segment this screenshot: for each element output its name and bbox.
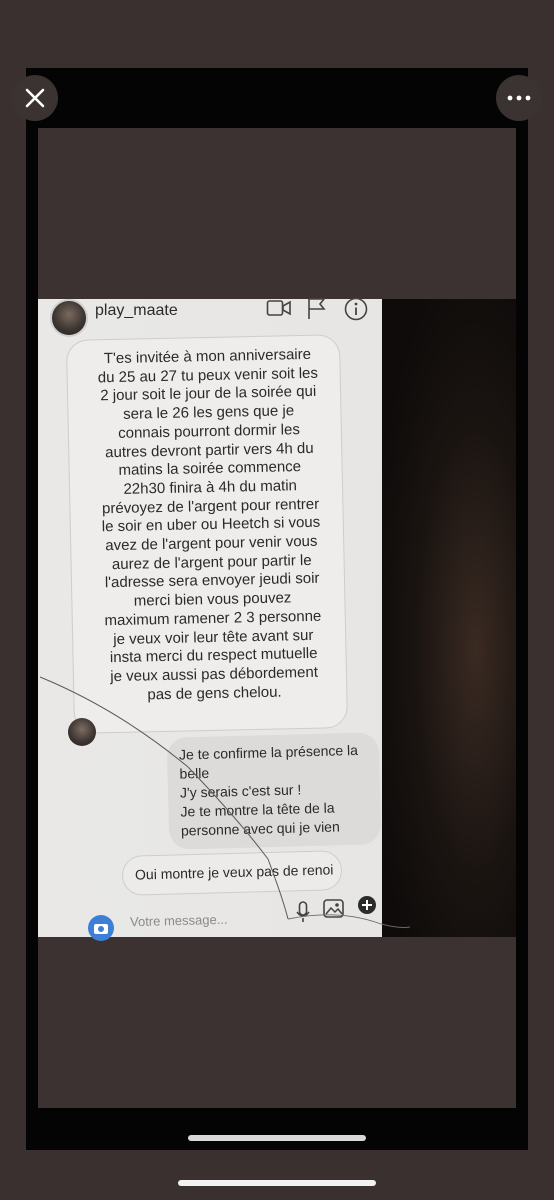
photo-dark-area	[382, 299, 516, 937]
info-icon[interactable]	[344, 297, 368, 321]
home-indicator	[178, 1180, 376, 1186]
close-icon	[25, 88, 45, 108]
message-input[interactable]: Votre message...	[130, 912, 228, 930]
close-button[interactable]	[12, 75, 58, 121]
camera-icon	[94, 924, 108, 934]
incoming-message-text: T'es invitée à mon anniversaire du 25 au…	[97, 345, 322, 704]
gallery-icon[interactable]	[322, 898, 346, 920]
sender-avatar	[68, 718, 96, 746]
outgoing-message-text: Je te confirme la présence la belle J'y …	[178, 741, 359, 839]
video-call-icon[interactable]	[266, 297, 292, 319]
home-indicator-inner	[188, 1135, 366, 1141]
camera-button[interactable]	[88, 915, 114, 941]
more-options-button[interactable]	[496, 75, 542, 121]
more-icon	[507, 95, 531, 101]
chat-username[interactable]: play_maate	[95, 302, 178, 320]
flag-icon[interactable]	[306, 297, 328, 321]
microphone-icon[interactable]	[295, 900, 311, 924]
avatar[interactable]	[50, 299, 88, 337]
plus-icon[interactable]	[357, 895, 377, 915]
